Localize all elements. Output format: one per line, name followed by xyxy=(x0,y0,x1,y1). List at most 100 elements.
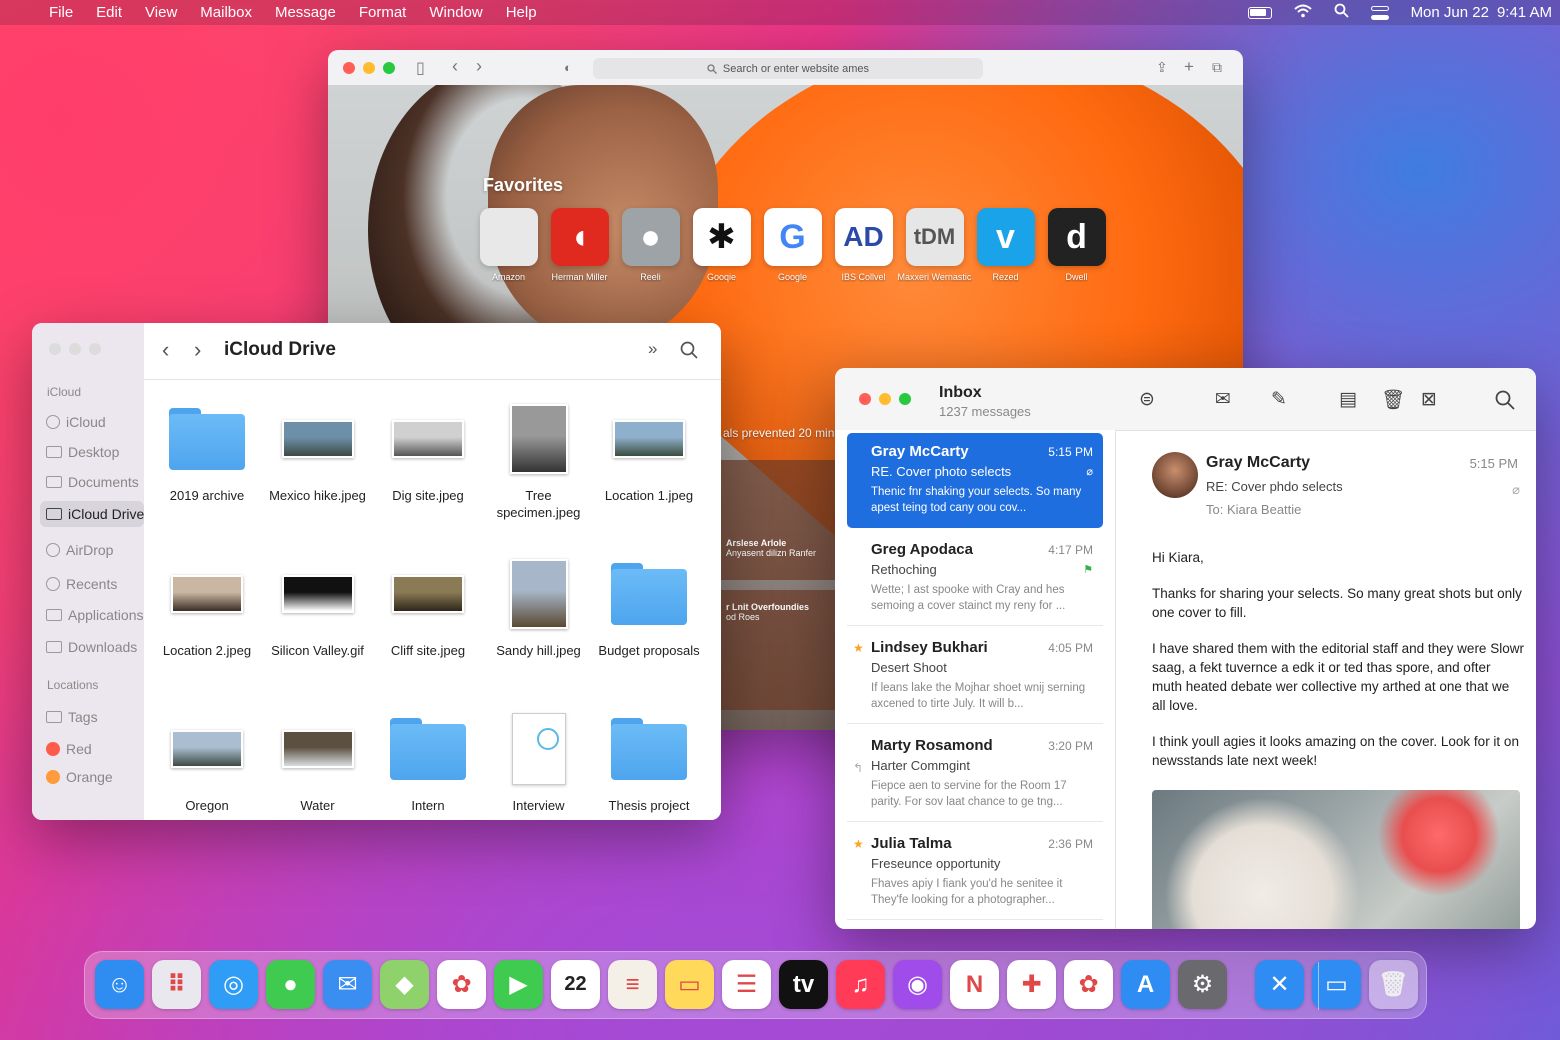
favorite-ibs-collvel[interactable]: AD IBS Collvel xyxy=(834,208,893,282)
close-button[interactable] xyxy=(343,61,355,74)
control-center-icon[interactable] xyxy=(1370,5,1389,20)
trash-icon[interactable]: 🗑 xyxy=(1381,388,1405,412)
sidebar-item-airdrop[interactable]: AirDrop xyxy=(40,537,144,563)
attachment-icon[interactable]: ⌀ xyxy=(1512,482,1520,498)
file-item[interactable]: Silicon Valley.gif xyxy=(263,554,373,659)
close-button[interactable] xyxy=(49,343,61,355)
favorite-gooqie[interactable]: ✱ Gooqie xyxy=(692,208,751,282)
file-item[interactable]: Tree specimen.jpeg xyxy=(484,399,594,521)
file-item[interactable]: Dig site.jpeg xyxy=(373,399,483,504)
file-item[interactable]: Location 2.jpeg xyxy=(152,554,262,659)
sidebar-toggle-icon[interactable]: ▯ xyxy=(416,58,425,78)
sidebar-item-red[interactable]: Red xyxy=(40,736,144,762)
dock-music-icon[interactable]: ♫ xyxy=(836,960,885,1009)
message-row[interactable]: ★ Lindsey Bukhari 4:05 PM Desert Shoot If… xyxy=(847,629,1103,724)
sidebar-item-icloud-drive[interactable]: iCloud Drive xyxy=(40,501,144,527)
dock-mail-icon[interactable]: ✉ xyxy=(323,960,372,1009)
file-item[interactable]: Mexico hike.jpeg xyxy=(263,399,373,504)
dock-system-preferences-icon[interactable]: ⚙ xyxy=(1178,960,1227,1009)
file-item[interactable]: Oregon xyxy=(152,709,262,814)
new-tab-icon[interactable]: + xyxy=(1184,57,1194,77)
dock-finder-icon[interactable]: ☺ xyxy=(95,960,144,1009)
favorite-maxxeri-wernastica[interactable]: tDM Maxxeri Wernastica xyxy=(898,208,972,282)
minimize-button[interactable] xyxy=(879,393,891,405)
file-item[interactable]: Cliff site.jpeg xyxy=(373,554,483,659)
dock-numbers-icon[interactable]: ✚ xyxy=(1007,960,1056,1009)
reading-list-item[interactable]: r Lnit Overfoundies od Roes xyxy=(718,590,838,710)
dock-maps-icon[interactable]: ◆ xyxy=(380,960,429,1009)
favorite-reeli[interactable]: ● Reeli xyxy=(621,208,680,282)
menu-help[interactable]: Help xyxy=(506,4,537,21)
more-toolbar-icon[interactable]: » xyxy=(648,339,657,359)
file-item[interactable]: 2019 archive xyxy=(152,399,262,504)
share-icon[interactable]: ⇪ xyxy=(1156,59,1168,76)
menubar-clock[interactable]: Mon Jun 22 9:41 AM xyxy=(1411,4,1552,21)
sidebar-item-recents[interactable]: Recents xyxy=(40,571,144,597)
dock-calendar-icon[interactable]: 22 xyxy=(551,960,600,1009)
menu-message[interactable]: Message xyxy=(275,4,336,21)
dock-tv-icon[interactable]: tv xyxy=(779,960,828,1009)
message-row[interactable]: ⚑ Greg Apodaca 4:17 PM Rethoching Wette; … xyxy=(847,531,1103,626)
dock-contacts-icon[interactable]: ≡ xyxy=(608,960,657,1009)
favorite-herman-miller[interactable]: ◖ Herman Miller xyxy=(550,208,609,282)
sidebar-item-tags[interactable]: Tags xyxy=(40,704,144,730)
file-item[interactable]: Location 1.jpeg xyxy=(594,399,704,504)
favorite-amazon[interactable]: Amazon xyxy=(479,208,538,282)
dock-news-icon[interactable]: N xyxy=(950,960,999,1009)
dock-photos-icon[interactable]: ✿ xyxy=(437,960,486,1009)
address-bar[interactable]: Search or enter website ames xyxy=(593,58,983,79)
file-item[interactable]: Sandy hill.jpeg xyxy=(484,554,594,659)
zoom-button[interactable] xyxy=(89,343,101,355)
message-row[interactable]: ★ Julia Talma 2:36 PM Freseunce opportuni… xyxy=(847,825,1103,920)
file-item[interactable]: Interview xyxy=(484,709,594,814)
junk-icon[interactable]: ⊠ xyxy=(1421,388,1437,411)
sidebar-item-icloud[interactable]: iCloud xyxy=(40,409,144,435)
dock-screen-icon[interactable]: ▭ xyxy=(1312,960,1361,1009)
forward-icon[interactable]: › xyxy=(476,56,482,77)
archive-icon[interactable]: ▤ xyxy=(1339,388,1357,411)
reading-list-item[interactable]: Arslese Arlole Anyasent dilizn Ranfer xyxy=(718,460,838,580)
menu-file[interactable]: File xyxy=(49,4,73,21)
attached-image[interactable] xyxy=(1152,790,1520,929)
file-item[interactable]: Budget proposals xyxy=(594,554,704,659)
forward-icon[interactable]: › xyxy=(194,337,201,363)
back-icon[interactable]: ‹ xyxy=(162,337,169,363)
menu-view[interactable]: View xyxy=(145,4,177,21)
dock-photos-2-icon[interactable]: ✿ xyxy=(1064,960,1113,1009)
close-button[interactable] xyxy=(859,393,871,405)
spotlight-search-icon[interactable] xyxy=(1334,3,1349,22)
dock-safari-icon[interactable]: ◎ xyxy=(209,960,258,1009)
menu-format[interactable]: Format xyxy=(359,4,407,21)
file-item[interactable]: Thesis project xyxy=(594,709,704,814)
dock-launchpad-icon[interactable]: ⠿ xyxy=(152,960,201,1009)
dock-mail-2-icon[interactable]: ✕ xyxy=(1255,960,1304,1009)
filter-icon[interactable]: ⊜ xyxy=(1139,388,1155,411)
compose-icon[interactable]: ✎ xyxy=(1271,388,1287,411)
favorite-rezed[interactable]: v Rezed xyxy=(976,208,1035,282)
menu-window[interactable]: Window xyxy=(429,4,482,21)
zoom-button[interactable] xyxy=(899,393,911,405)
message-row[interactable]: ↰ Marty Rosamond 3:20 PM Harter Commgint … xyxy=(847,727,1103,822)
menu-mailbox[interactable]: Mailbox xyxy=(200,4,252,21)
search-icon[interactable] xyxy=(680,341,698,364)
privacy-shield-icon[interactable]: ◐ xyxy=(564,60,572,75)
sidebar-item-applications[interactable]: Applications xyxy=(40,602,144,628)
dock-facetime-icon[interactable]: ▶ xyxy=(494,960,543,1009)
get-mail-icon[interactable]: ✉ xyxy=(1215,388,1231,411)
favorite-dwell[interactable]: d Dwell xyxy=(1047,208,1106,282)
dock-app-store-icon[interactable]: A xyxy=(1121,960,1170,1009)
dock-trash-icon[interactable]: 🗑 xyxy=(1369,960,1418,1009)
minimize-button[interactable] xyxy=(363,61,375,74)
battery-icon[interactable] xyxy=(1247,6,1272,19)
dock-messages-icon[interactable]: ● xyxy=(266,960,315,1009)
favorite-google[interactable]: G Google xyxy=(763,208,822,282)
search-icon[interactable] xyxy=(1495,390,1515,415)
file-item[interactable]: Intern xyxy=(373,709,483,814)
message-row[interactable]: ⌀ Gray McCarty 5:15 PM RE. Cover photo se… xyxy=(847,433,1103,528)
sidebar-item-documents[interactable]: Documents xyxy=(40,469,144,495)
dock-reminders-icon[interactable]: ☰ xyxy=(722,960,771,1009)
sidebar-item-orange[interactable]: Orange xyxy=(40,764,144,790)
dock-notes-icon[interactable]: ▭ xyxy=(665,960,714,1009)
minimize-button[interactable] xyxy=(69,343,81,355)
wifi-icon[interactable] xyxy=(1293,4,1312,22)
